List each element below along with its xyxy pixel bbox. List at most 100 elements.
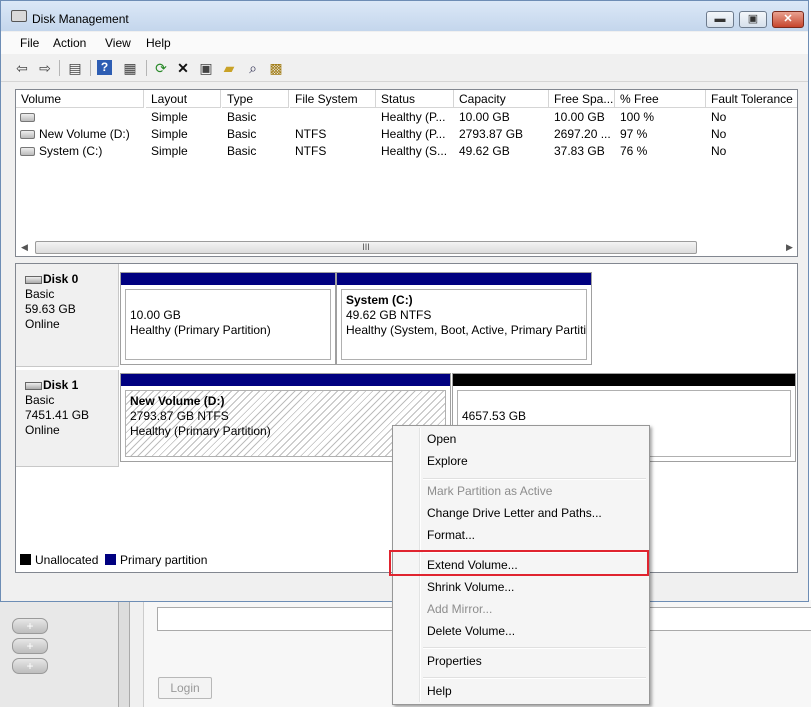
free-space-cell: 10.00 GB [554,110,605,124]
menu-item-add-mirror: Add Mirror... [427,602,493,616]
login-button[interactable]: Login [158,677,212,699]
status-cell: Healthy (S... [381,144,448,158]
menu-file[interactable]: File [20,36,39,50]
menu-help[interactable]: Help [146,36,171,50]
open-icon[interactable]: ▰ [220,59,238,77]
disk-0-label[interactable]: Disk 0 Basic 59.63 GB Online [16,264,119,367]
explore-icon[interactable]: ⌕ [244,59,262,77]
disk-type: Basic [25,287,55,301]
free-space-cell: 37.83 GB [554,144,605,158]
partition-details: 10.00 GB Healthy (Primary Partition) [125,289,331,360]
up-list-icon[interactable]: ▤ [66,59,84,77]
window-title: Disk Management [32,12,129,26]
layout-cell: Simple [151,110,188,124]
partition-label: System (C:) [346,293,413,307]
column-header-layout[interactable]: Layout [146,90,221,108]
horizontal-scrollbar[interactable]: ◀ III ▶ [18,240,795,255]
menu-item-help[interactable]: Help [427,683,452,699]
expand-icon[interactable]: + [12,618,48,634]
help-icon[interactable]: ? [97,60,112,75]
plus-glyph: + [26,659,34,673]
partition-status: Healthy (System, Boot, Active, Primary P… [346,323,587,337]
forward-icon[interactable]: ⇨ [36,59,54,77]
wizard-icon[interactable]: ▩ [267,59,285,77]
disk-1-label[interactable]: Disk 1 Basic 7451.41 GB Online [16,370,119,467]
disk-type: Basic [25,393,55,407]
expand-icon[interactable]: + [12,638,48,654]
menu-bar: File Action View Help [1,32,808,54]
menu-item-change-drive-letter[interactable]: Change Drive Letter and Paths... [427,505,602,521]
disk-management-app-icon [11,10,27,22]
toolbar-separator [59,60,60,76]
partition-label: New Volume (D:) [130,394,225,408]
menu-item-shrink-volume[interactable]: Shrink Volume... [427,579,514,595]
partition-color-bar [121,374,450,386]
type-cell: Basic [227,144,257,158]
scrollbar-thumb[interactable]: III [35,241,697,254]
column-header-type[interactable]: Type [222,90,289,108]
filesystem-cell: NTFS [295,144,327,158]
refresh-icon[interactable]: ⟳ [152,59,170,77]
drive-icon [20,113,35,123]
partition-system-c[interactable]: System (C:) 49.62 GB NTFS Healthy (Syste… [336,272,592,365]
table-row[interactable]: New Volume (D:) Simple Basic NTFS Health… [16,126,797,143]
partition-details: System (C:) 49.62 GB NTFS Healthy (Syste… [341,289,587,360]
title-bar[interactable]: Disk Management ▬ ▣ ✕ [1,1,808,31]
menu-separator [423,647,646,649]
volume-list: Volume Layout Type File System Status Ca… [15,89,798,257]
table-row[interactable]: System (C:) Simple Basic NTFS Healthy (S… [16,143,797,160]
disk-name: Disk 0 [43,272,79,286]
partition-disk0-unlabeled[interactable]: 10.00 GB Healthy (Primary Partition) [120,272,336,365]
column-header-percent-free[interactable]: % Free [615,90,706,108]
close-icon: ✕ [783,13,793,25]
volume-cell: System (C:) [20,143,102,160]
partition-size: 2793.87 GB NTFS [130,409,229,423]
unallocated-swatch [20,554,31,565]
menu-item-mark-active: Mark Partition as Active [427,484,553,498]
drive-icon [20,130,35,140]
menu-item-open[interactable]: Open [427,431,456,447]
maximize-button[interactable]: ▣ [739,11,767,28]
table-row[interactable]: Simple Basic Healthy (P... 10.00 GB 10.0… [16,109,797,126]
column-header-fault-tolerance[interactable]: Fault Tolerance [706,90,797,108]
delete-icon[interactable]: ✕ [174,59,192,77]
close-button[interactable]: ✕ [772,11,804,28]
column-header-volume[interactable]: Volume [16,90,144,108]
primary-swatch [105,554,117,565]
volume-name: New Volume (D:) [39,127,130,141]
fault-tolerance-cell: No [711,144,727,158]
column-header-status[interactable]: Status [376,90,454,108]
scroll-right-icon[interactable]: ▶ [786,242,793,253]
type-cell: Basic [227,127,257,141]
percent-free-cell: 100 % [620,110,655,124]
menu-item-explore[interactable]: Explore [427,453,468,469]
maximize-icon: ▣ [747,13,759,25]
back-icon[interactable]: ⇦ [13,59,31,77]
menu-view[interactable]: View [105,36,131,50]
volume-name: System (C:) [39,144,103,158]
percent-free-cell: 97 % [620,127,648,141]
column-header-free-space[interactable]: Free Spa... [549,90,615,108]
menu-item-delete-volume[interactable]: Delete Volume... [427,623,515,639]
grip-icon: III [362,242,370,252]
scroll-left-icon[interactable]: ◀ [21,242,28,253]
filesystem-cell: NTFS [295,127,327,141]
column-header-filesystem[interactable]: File System [290,90,376,108]
menu-separator [423,478,646,480]
disk-state: Online [25,423,60,437]
minimize-button[interactable]: ▬ [706,11,734,28]
disk-icon [25,381,42,390]
expand-icon[interactable]: + [12,658,48,674]
menu-item-format[interactable]: Format... [427,527,475,543]
disk-name: Disk 1 [43,378,79,392]
capacity-cell: 10.00 GB [459,110,510,124]
properties-icon[interactable]: ▣ [197,59,215,77]
capacity-cell: 2793.87 GB [459,127,524,141]
column-header-capacity[interactable]: Capacity [454,90,549,108]
properties-pane-icon[interactable]: ▦ [121,59,139,77]
partition-color-bar [453,374,795,386]
menu-item-properties[interactable]: Properties [427,653,482,669]
legend-primary: Primary partition [120,553,208,567]
menu-action[interactable]: Action [53,36,86,50]
layout-cell: Simple [151,144,188,158]
